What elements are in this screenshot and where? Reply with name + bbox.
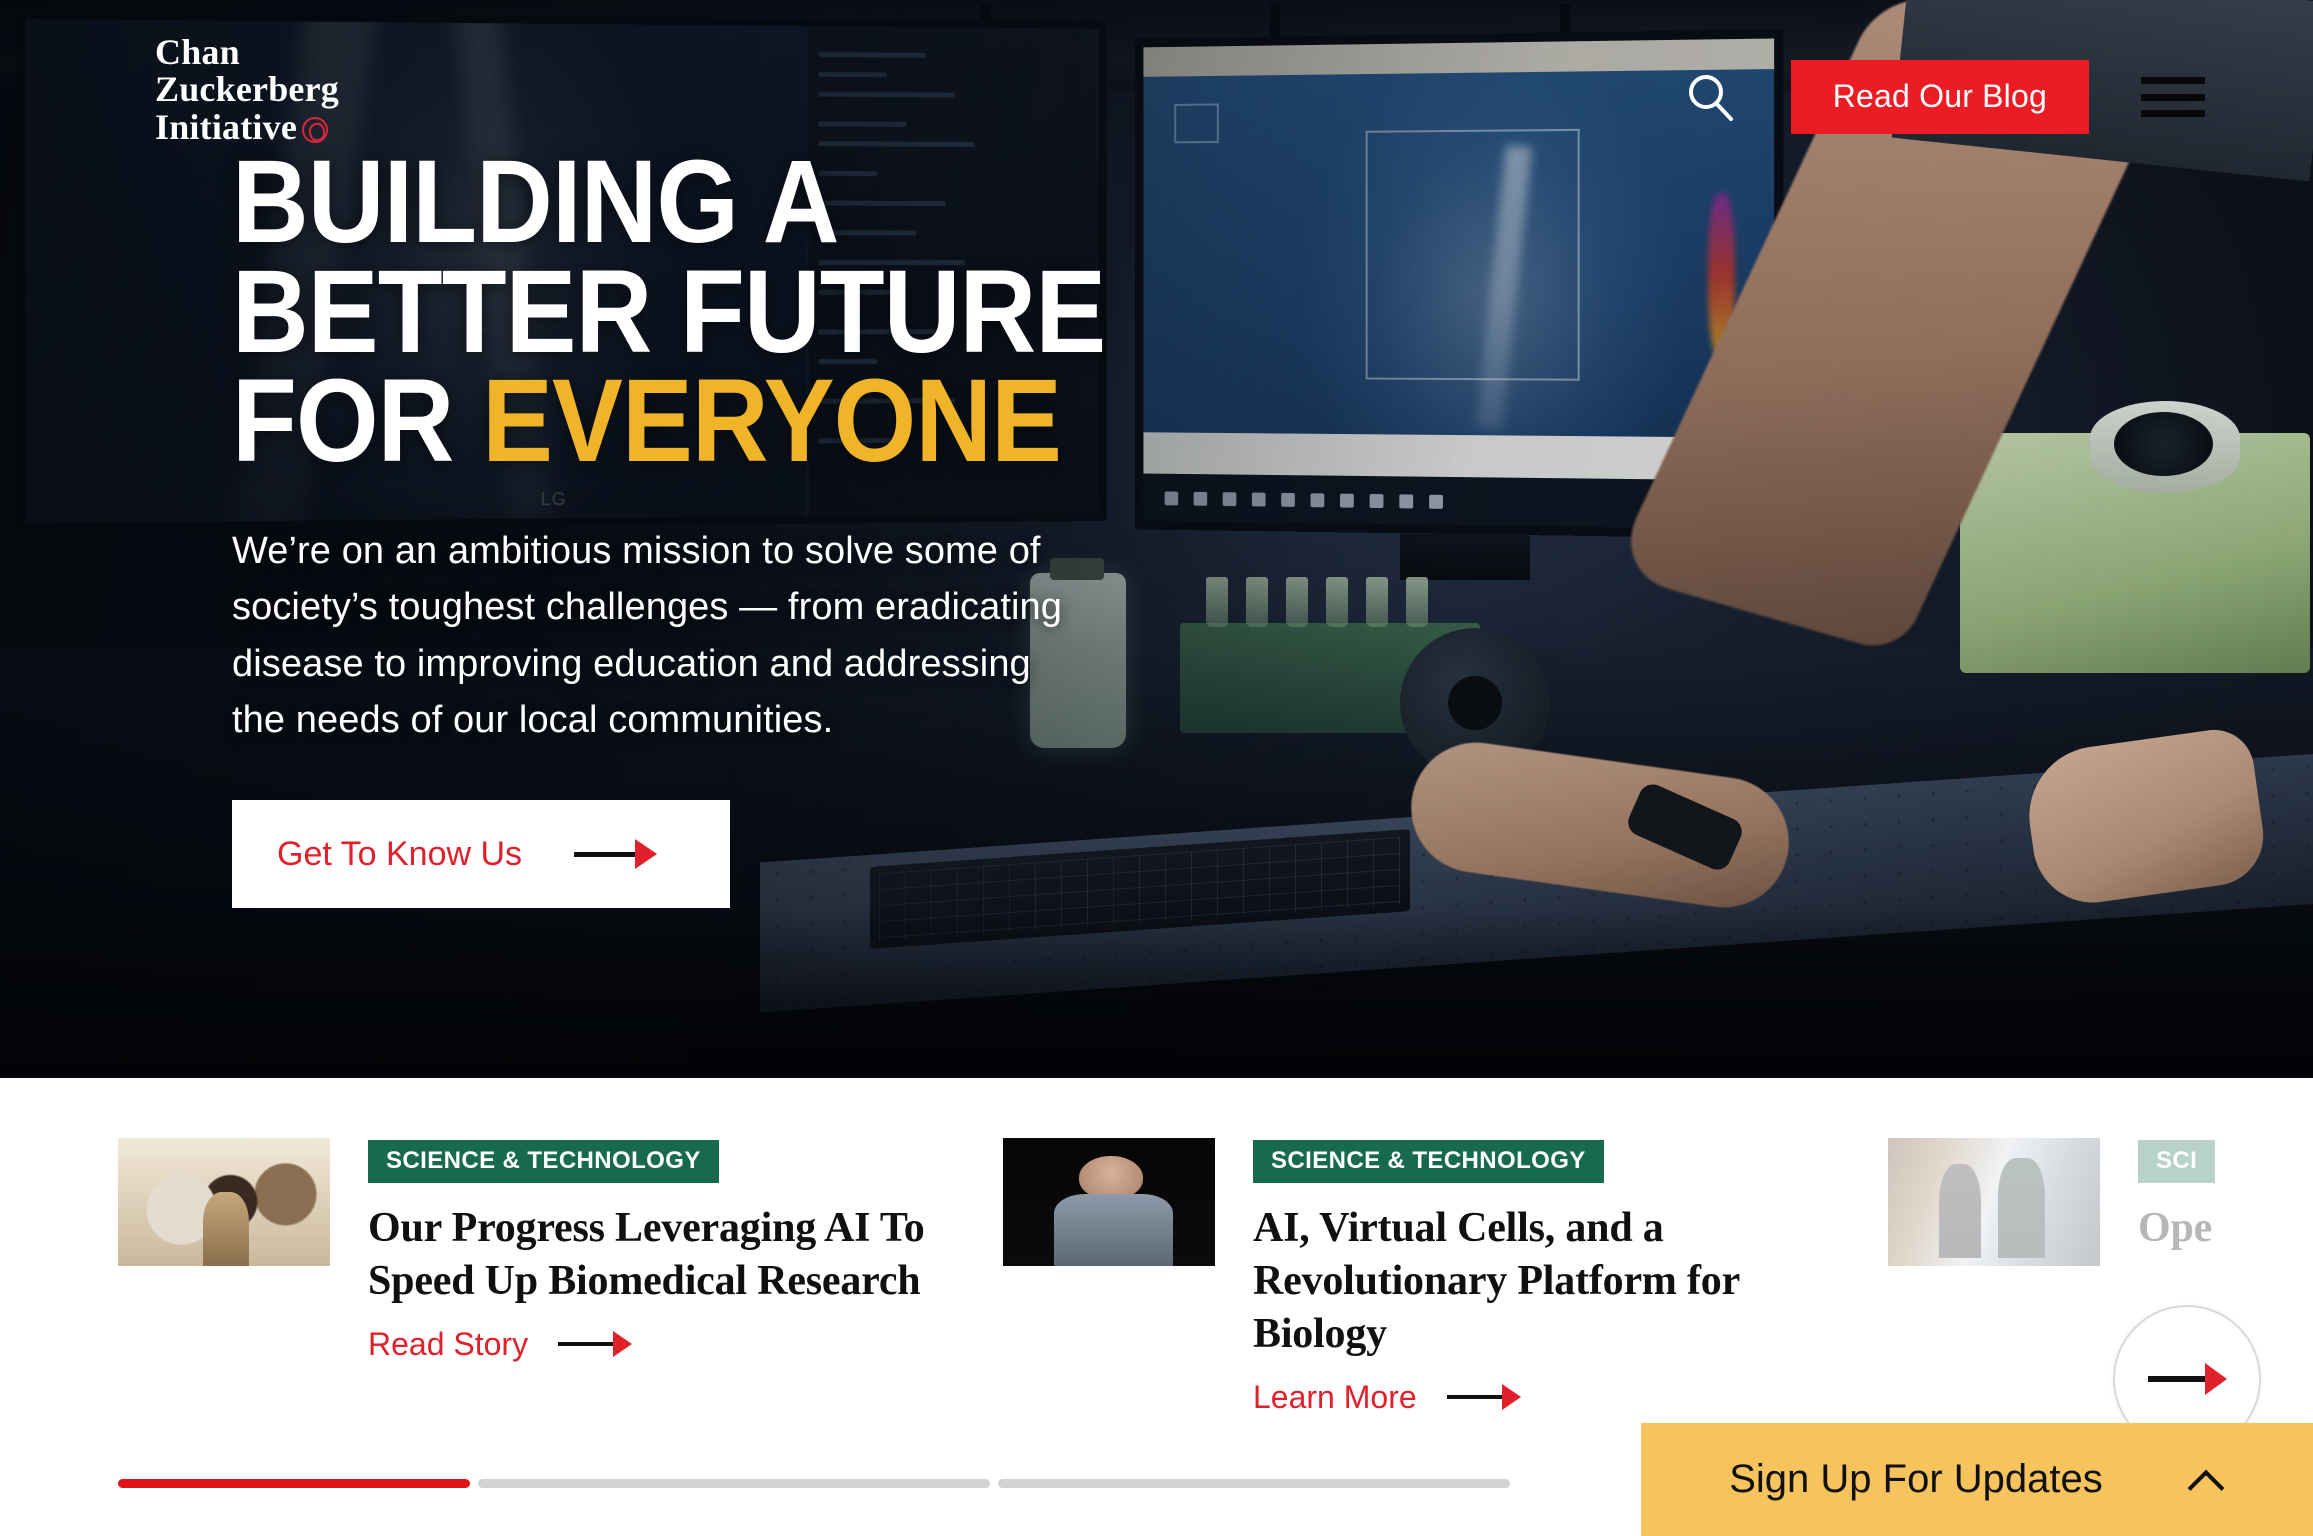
- hamburger-menu-icon: [2141, 110, 2205, 117]
- czi-monogram-icon: [302, 116, 328, 143]
- hero-bottom-fade: [0, 908, 2313, 1078]
- progress-segment[interactable]: [998, 1479, 1510, 1488]
- progress-segment-active[interactable]: [118, 1479, 470, 1488]
- story-thumbnail: [118, 1138, 330, 1266]
- carousel-progress[interactable]: [118, 1479, 1510, 1488]
- search-icon: [1688, 75, 1733, 121]
- story-card[interactable]: SCIENCE & TECHNOLOGY AI, Virtual Cells, …: [1003, 1138, 1888, 1416]
- story-body: SCIENCE & TECHNOLOGY AI, Virtual Cells, …: [1253, 1138, 1813, 1416]
- arrow-right-icon: [558, 1331, 633, 1358]
- read-our-blog-button[interactable]: Read Our Blog: [1790, 60, 2089, 134]
- story-body: SCIENCE & TECHNOLOGY Our Progress Levera…: [368, 1138, 928, 1363]
- arrow-right-icon: [574, 839, 658, 870]
- search-button[interactable]: [1681, 68, 1739, 126]
- category-badge: SCIENCE & TECHNOLOGY: [368, 1140, 719, 1183]
- site-header: Chan Zuckerberg Initiative Read Our Blog: [0, 0, 2313, 190]
- category-badge: SCI: [2138, 1140, 2216, 1183]
- story-title: AI, Virtual Cells, and a Revolutionary P…: [1253, 1205, 1740, 1357]
- arrow-right-icon: [1446, 1384, 1521, 1411]
- site-logo[interactable]: Chan Zuckerberg Initiative: [155, 32, 339, 147]
- sign-up-for-updates-button[interactable]: Sign Up For Updates: [1641, 1423, 2313, 1536]
- hero-title-line-2: BETTER FUTURE: [232, 245, 1106, 378]
- category-badge: SCIENCE & TECHNOLOGY: [1253, 1140, 1604, 1183]
- hero-title-accent: EVERYONE: [482, 355, 1062, 488]
- progress-segment[interactable]: [478, 1479, 990, 1488]
- hero-title-plain: FOR: [232, 355, 483, 488]
- story-link-label: Learn More: [1253, 1378, 1417, 1415]
- read-story-link[interactable]: Read Story: [368, 1325, 633, 1363]
- logo-line-1: Chan: [155, 32, 240, 72]
- hamburger-menu-icon: [2141, 77, 2205, 84]
- hero-title: BUILDING A BETTER FUTURE FOR EVERYONE: [232, 143, 1204, 480]
- hero-subtitle: We’re on an ambitious mission to solve s…: [232, 530, 1062, 741]
- hero-title-line-3: FOR EVERYONE: [232, 362, 1204, 480]
- hamburger-menu-icon: [2141, 93, 2205, 101]
- hero-content: BUILDING A BETTER FUTURE FOR EVERYONE We…: [232, 143, 1312, 909]
- hamburger-menu-button[interactable]: [2141, 71, 2205, 123]
- story-title: Ope: [2138, 1205, 2213, 1251]
- hero-cta-label: Get To Know Us: [277, 834, 523, 873]
- signup-label: Sign Up For Updates: [1729, 1457, 2103, 1501]
- header-actions: Read Our Blog: [1681, 60, 2205, 134]
- story-title: Our Progress Leveraging AI To Speed Up B…: [368, 1205, 925, 1304]
- page-root: LG: [0, 0, 2313, 1536]
- get-to-know-us-button[interactable]: Get To Know Us: [232, 800, 730, 909]
- story-body: SCI Ope: [2138, 1138, 2216, 1255]
- chevron-up-icon: [2191, 1463, 2225, 1497]
- hero-section: LG: [0, 0, 2313, 1078]
- logo-line-3: Initiative: [155, 106, 297, 147]
- learn-more-link[interactable]: Learn More: [1253, 1379, 1521, 1416]
- carousel-track: SCIENCE & TECHNOLOGY Our Progress Levera…: [118, 1138, 2313, 1416]
- story-link-label: Read Story: [368, 1325, 529, 1362]
- story-thumbnail: [1003, 1138, 1215, 1266]
- logo-line-2: Zuckerberg: [155, 69, 339, 110]
- story-card[interactable]: SCIENCE & TECHNOLOGY Our Progress Levera…: [118, 1138, 1003, 1416]
- arrow-right-icon: [2147, 1376, 2206, 1382]
- story-thumbnail: [1888, 1138, 2100, 1266]
